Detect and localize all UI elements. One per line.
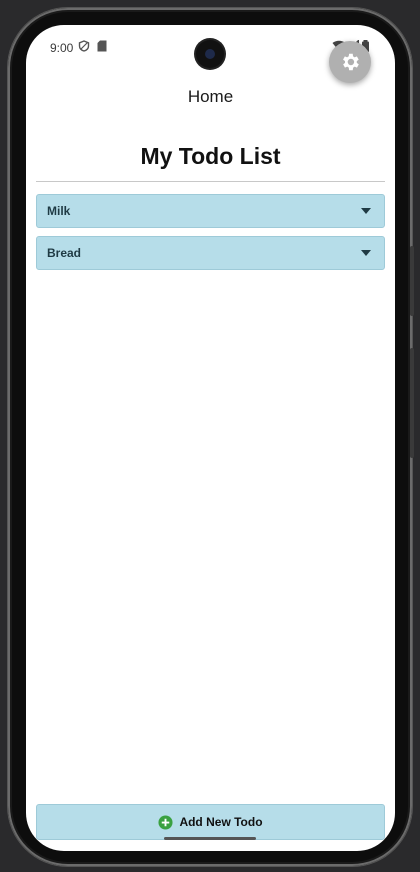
settings-button[interactable]: [329, 41, 371, 83]
todo-list: Milk Bread: [36, 194, 385, 278]
sd-card-icon: [97, 40, 107, 52]
todo-label: Bread: [47, 246, 82, 260]
power-button: [410, 348, 414, 458]
chevron-down-icon[interactable]: [360, 249, 372, 257]
screen: 9:00 Home My Todo List Milk Bread Add Ne…: [26, 25, 395, 851]
add-new-todo-button[interactable]: Add New Todo: [36, 804, 385, 840]
front-camera: [196, 40, 224, 68]
plus-circle-icon: [158, 814, 173, 830]
gear-icon: [343, 53, 359, 71]
todo-item-milk[interactable]: Milk: [36, 194, 385, 228]
divider: [36, 181, 385, 182]
page-title: My Todo List: [140, 143, 281, 169]
app-bar-title: Home: [187, 87, 234, 106]
status-time: 9:00: [50, 41, 74, 55]
todo-label: Milk: [47, 204, 71, 218]
add-button-label: Add New Todo: [179, 815, 263, 829]
volume-button: [410, 246, 414, 316]
shield-icon: [78, 40, 90, 52]
todo-item-bread[interactable]: Bread: [36, 236, 385, 270]
home-indicator[interactable]: [164, 837, 256, 840]
chevron-down-icon[interactable]: [360, 207, 372, 215]
